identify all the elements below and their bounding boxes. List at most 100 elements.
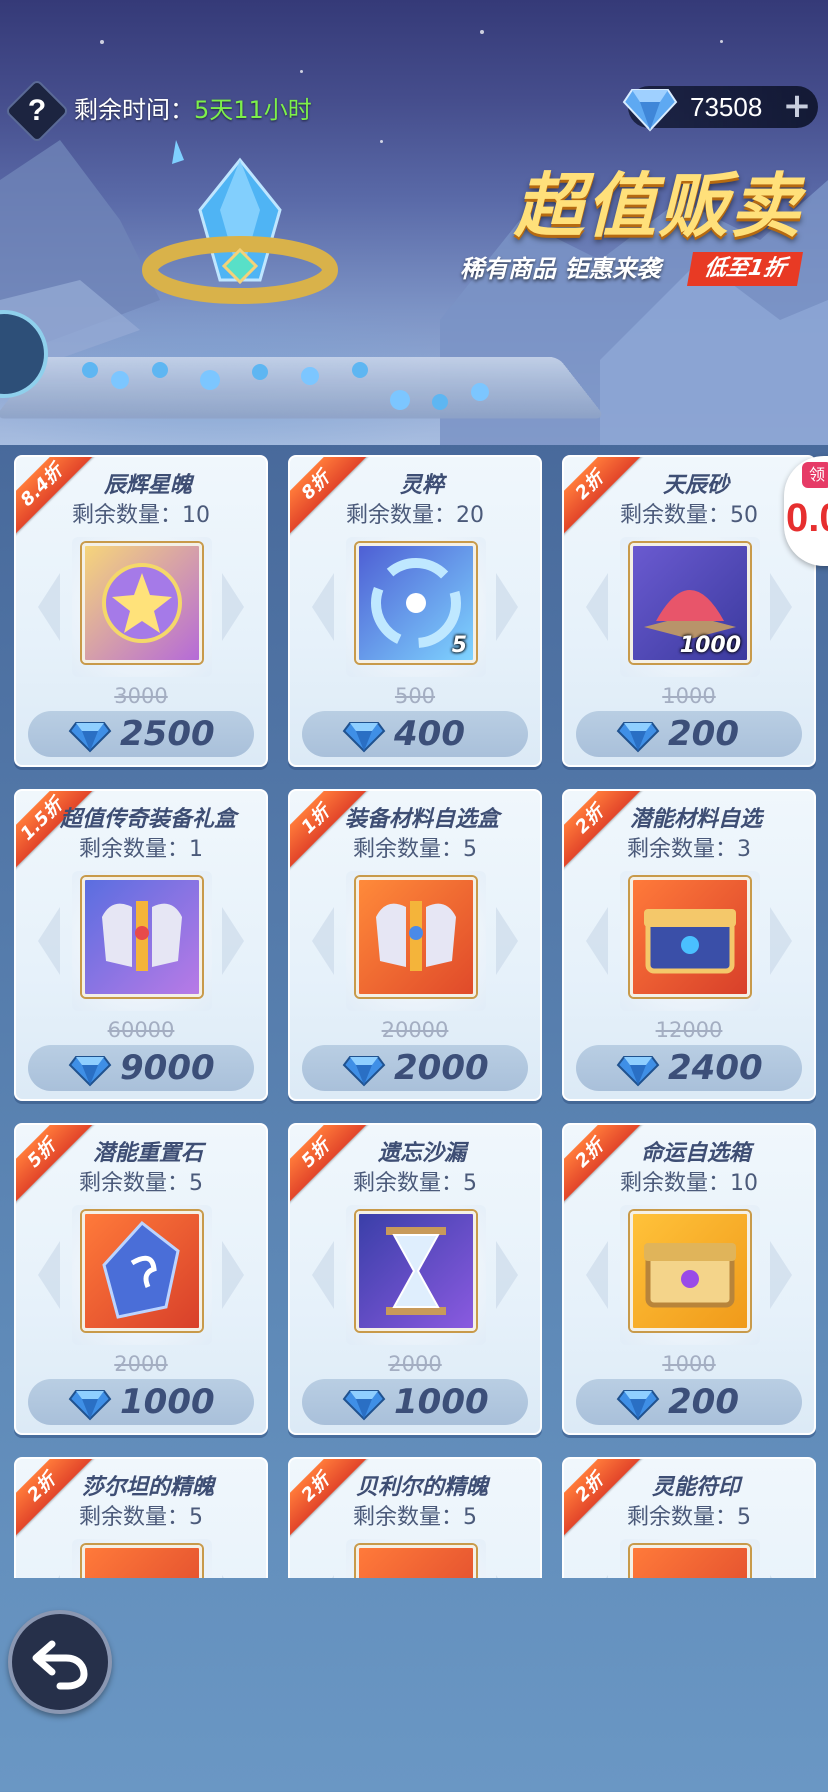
original-price: 12000 <box>564 1017 814 1043</box>
buy-button[interactable]: 9000 <box>28 1045 254 1091</box>
shop-item-card[interactable]: 2折 贝利尔的精魄 剩余数量：5 <box>288 1457 542 1578</box>
original-price-value: 1000 <box>662 1352 716 1376</box>
buy-button[interactable]: 1000 <box>302 1379 528 1425</box>
armor-box-icon <box>102 901 182 971</box>
blue-chest-icon <box>644 909 736 974</box>
original-price: 2000 <box>290 1351 540 1377</box>
card-deco-left <box>312 1575 334 1578</box>
time-value: 5天11小时 <box>194 96 312 124</box>
original-price: 20000 <box>290 1017 540 1043</box>
item-name: 命运自选箱 <box>640 1141 751 1166</box>
shop-item-card[interactable]: 8.4折 辰辉星魄 剩余数量：10 3000 2500 <box>14 455 268 767</box>
item-image[interactable] <box>630 877 750 997</box>
item-image[interactable] <box>356 1211 476 1331</box>
sale-price: 9000 <box>120 1048 215 1088</box>
shop-item-card[interactable]: 2折 天辰砂 剩余数量：50 1000 1000 200 <box>562 455 816 767</box>
diamond-icon <box>68 722 112 753</box>
gem-pile-deco <box>82 362 489 410</box>
shop-item-card[interactable]: 2折 潜能材料自选 剩余数量：3 12000 2400 <box>562 789 816 1101</box>
item-name: 潜能材料自选 <box>629 807 762 832</box>
currency-amount: 73508 <box>690 92 763 122</box>
card-deco-left <box>586 907 608 975</box>
original-price: 60000 <box>16 1017 266 1043</box>
diamond-icon <box>68 1056 112 1087</box>
currency-bar: 73508 + <box>622 86 818 132</box>
card-deco-left <box>312 1241 334 1309</box>
sale-price: 1000 <box>120 1382 215 1422</box>
item-stock: 剩余数量：5 <box>79 1505 203 1530</box>
item-quantity: 5 <box>451 633 467 658</box>
card-deco-right <box>770 1575 792 1578</box>
sale-price: 2000 <box>394 1048 489 1088</box>
card-deco-left <box>586 1241 608 1309</box>
shop-item-card[interactable]: 8折 灵粹 剩余数量：20 5 500 400 <box>288 455 542 767</box>
time-label: 剩余时间： <box>74 96 194 124</box>
shop-item-card[interactable]: 5折 遗忘沙漏 剩余数量：5 2000 1000 <box>288 1123 542 1435</box>
item-image[interactable] <box>82 543 202 663</box>
original-price-value: 1000 <box>662 684 716 708</box>
item-image[interactable]: 5 <box>356 543 476 663</box>
diamond-icon <box>616 1390 660 1421</box>
shop-item-card[interactable]: 2折 灵能符印 剩余数量：5 <box>562 1457 816 1578</box>
item-image[interactable]: 1000 <box>630 543 750 663</box>
item-stock: 剩余数量：10 <box>620 1171 758 1196</box>
shop-item-card[interactable]: 1折 装备材料自选盒 剩余数量：5 20000 2000 <box>288 789 542 1101</box>
item-name: 天辰砂 <box>662 473 729 498</box>
sale-price: 2400 <box>668 1048 763 1088</box>
buy-button[interactable]: 1000 <box>28 1379 254 1425</box>
buy-button[interactable]: 2000 <box>302 1045 528 1091</box>
diamond-icon <box>342 1056 386 1087</box>
item-name: 莎尔坦的精魄 <box>81 1475 214 1500</box>
promo-title: 超值贩卖 <box>514 165 802 247</box>
item-image[interactable] <box>82 877 202 997</box>
promo-subtitle: 稀有商品 钜惠来袭 <box>460 255 661 283</box>
shop-item-card[interactable]: 2折 莎尔坦的精魄 剩余数量：5 <box>14 1457 268 1578</box>
buy-button[interactable]: 200 <box>576 711 802 757</box>
item-name: 辰辉星魄 <box>103 473 192 498</box>
item-name: 贝利尔的精魄 <box>355 1475 488 1500</box>
item-stock: 剩余数量：3 <box>627 837 751 862</box>
card-deco-right <box>770 907 792 975</box>
item-stock: 剩余数量：5 <box>353 837 477 862</box>
item-image[interactable] <box>356 877 476 997</box>
item-image[interactable] <box>630 1211 750 1331</box>
buy-button[interactable]: 2500 <box>28 711 254 757</box>
item-quantity: 1000 <box>679 633 741 658</box>
buy-button[interactable]: 400 <box>302 711 528 757</box>
card-deco-left <box>312 907 334 975</box>
card-deco-right <box>222 573 244 641</box>
reset-stone-icon <box>102 1220 180 1319</box>
shop-item-card[interactable]: 1.5折 超值传奇装备礼盒 剩余数量：1 60000 9000 <box>14 789 268 1101</box>
item-image[interactable] <box>356 1545 476 1578</box>
item-image[interactable] <box>630 1545 750 1578</box>
item-name: 超值传奇装备礼盒 <box>59 807 236 832</box>
red-envelope-value: 0.0 <box>786 496 828 540</box>
original-price: 1000 <box>564 1351 814 1377</box>
card-deco-left <box>38 907 60 975</box>
red-orb-icon <box>356 1545 476 1578</box>
crystal-crown-icon <box>142 140 338 304</box>
original-price: 2000 <box>16 1351 266 1377</box>
buy-button[interactable]: 2400 <box>576 1045 802 1091</box>
original-price-value: 500 <box>394 684 436 708</box>
card-deco-right <box>496 573 518 641</box>
card-deco-left <box>312 573 334 641</box>
item-image[interactable] <box>82 1211 202 1331</box>
shop-item-grid: 8.4折 辰辉星魄 剩余数量：10 3000 2500 8折 灵粹 剩余数量：2… <box>0 455 828 1578</box>
card-deco-right <box>222 1241 244 1309</box>
card-deco-right <box>496 1575 518 1578</box>
buy-button[interactable]: 200 <box>576 1379 802 1425</box>
shop-item-card[interactable]: 2折 命运自选箱 剩余数量：10 1000 200 <box>562 1123 816 1435</box>
item-image[interactable] <box>82 1545 202 1578</box>
item-stock: 剩余数量：5 <box>627 1505 751 1530</box>
promo-banner: ? 剩余时间：5天11小时 73508 + 超值贩卖 稀有商品 钜惠来袭 低至1… <box>0 0 828 445</box>
original-price-value: 60000 <box>107 1018 175 1042</box>
back-arrow-icon <box>32 1640 88 1690</box>
add-currency-button[interactable]: + <box>782 89 812 123</box>
item-stock: 剩余数量：20 <box>346 503 484 528</box>
card-deco-right <box>770 573 792 641</box>
dark-orb-icon <box>82 1545 202 1578</box>
back-button[interactable] <box>8 1610 112 1714</box>
sale-price: 2500 <box>120 714 215 754</box>
shop-item-card[interactable]: 5折 潜能重置石 剩余数量：5 2000 1000 <box>14 1123 268 1435</box>
